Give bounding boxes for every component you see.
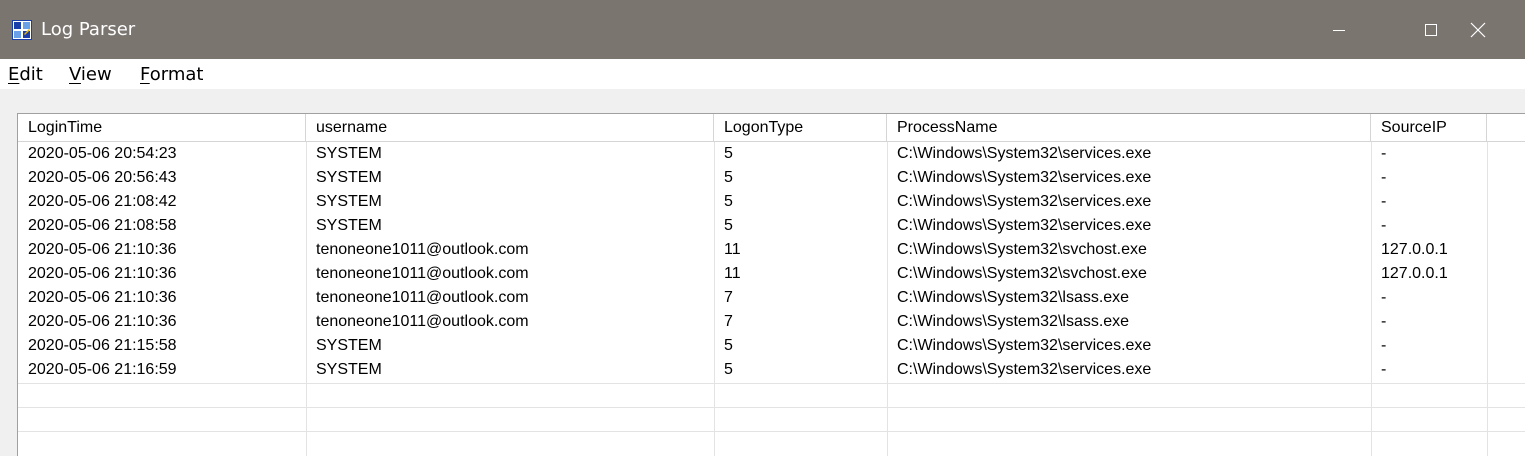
minimize-button[interactable] [1293,0,1385,59]
table-row[interactable]: 2020-05-06 20:54:23 SYSTEM 5 C:\Windows\… [18,142,1525,166]
column-header-username[interactable]: username [306,114,714,141]
cell-sourceip: - [1381,361,1387,378]
cell-logintime: 2020-05-06 21:10:36 [28,265,177,282]
cell-processname: C:\Windows\System32\services.exe [897,169,1152,186]
table-row[interactable]: 2020-05-06 21:10:36 tenoneone1011@outloo… [18,310,1525,334]
minimize-icon [1332,23,1346,37]
cell-username: SYSTEM [316,145,382,162]
table-row[interactable]: 2020-05-06 21:16:59 SYSTEM 5 C:\Windows\… [18,358,1525,382]
close-icon [1470,22,1486,38]
cell-sourceip: 127.0.0.1 [1381,265,1448,282]
table-row[interactable]: 2020-05-06 21:10:36 tenoneone1011@outloo… [18,286,1525,310]
cell-processname: C:\Windows\System32\svchost.exe [897,241,1147,258]
cell-logintime: 2020-05-06 21:10:36 [28,289,177,306]
cell-username: SYSTEM [316,337,382,354]
table-row[interactable]: 2020-05-06 21:15:58 SYSTEM 5 C:\Windows\… [18,334,1525,358]
cell-sourceip: - [1381,193,1387,210]
cell-username: SYSTEM [316,193,382,210]
cell-logontype: 5 [724,361,733,378]
row-divider [18,407,1525,408]
table-row[interactable]: 2020-05-06 20:56:43 SYSTEM 5 C:\Windows\… [18,166,1525,190]
cell-processname: C:\Windows\System32\services.exe [897,337,1152,354]
cell-logontype: 7 [724,289,733,306]
cell-logontype: 11 [724,265,741,282]
cell-processname: C:\Windows\System32\lsass.exe [897,313,1130,330]
table-row[interactable]: 2020-05-06 21:10:36 tenoneone1011@outloo… [18,238,1525,262]
cell-sourceip: - [1381,313,1387,330]
menu-format[interactable]: Format [140,63,203,87]
cell-logontype: 7 [724,313,733,330]
title-bar[interactable]: Log Parser [0,0,1525,59]
cell-sourceip: - [1381,337,1387,354]
log-list-view[interactable]: LoginTime username LogonType ProcessName… [17,113,1525,456]
cell-logintime: 2020-05-06 21:15:58 [28,337,177,354]
cell-logintime: 2020-05-06 21:08:58 [28,217,177,234]
cell-sourceip: 127.0.0.1 [1381,241,1448,258]
cell-username: SYSTEM [316,217,382,234]
cell-username: SYSTEM [316,169,382,186]
table-row[interactable]: 2020-05-06 21:10:36 tenoneone1011@outloo… [18,262,1525,286]
menu-bar: Edit View Format [0,59,1525,89]
close-button[interactable] [1431,0,1525,59]
cell-logintime: 2020-05-06 20:56:43 [28,169,177,186]
column-header-logontype[interactable]: LogonType [714,114,887,141]
cell-logontype: 5 [724,193,733,210]
cell-logintime: 2020-05-06 21:10:36 [28,241,177,258]
app-grid-icon [12,20,32,40]
cell-logontype: 5 [724,217,733,234]
menu-view[interactable]: View [69,63,112,87]
cell-logontype: 11 [724,241,741,258]
cell-processname: C:\Windows\System32\services.exe [897,145,1152,162]
table-body: 2020-05-06 20:54:23 SYSTEM 5 C:\Windows\… [18,142,1525,382]
cell-processname: C:\Windows\System32\services.exe [897,193,1152,210]
column-header-logintime[interactable]: LoginTime [18,114,306,141]
cell-processname: C:\Windows\System32\services.exe [897,361,1152,378]
table-row[interactable]: 2020-05-06 21:08:42 SYSTEM 5 C:\Windows\… [18,190,1525,214]
row-divider [18,383,1525,384]
column-header-sourceip[interactable]: SourceIP [1371,114,1487,141]
cell-processname: C:\Windows\System32\svchost.exe [897,265,1147,282]
cell-username: tenoneone1011@outlook.com [316,241,529,258]
cell-processname: C:\Windows\System32\lsass.exe [897,289,1130,306]
row-divider [18,431,1525,432]
cell-username: tenoneone1011@outlook.com [316,313,529,330]
cell-logintime: 2020-05-06 21:08:42 [28,193,177,210]
menu-edit[interactable]: Edit [8,63,43,87]
window-title: Log Parser [41,19,136,40]
cell-logontype: 5 [724,169,733,186]
cell-sourceip: - [1381,145,1387,162]
column-header-processname[interactable]: ProcessName [887,114,1371,141]
table-row[interactable]: 2020-05-06 21:08:58 SYSTEM 5 C:\Windows\… [18,214,1525,238]
cell-logintime: 2020-05-06 20:54:23 [28,145,177,162]
cell-logontype: 5 [724,145,733,162]
cell-username: tenoneone1011@outlook.com [316,289,529,306]
cell-sourceip: - [1381,217,1387,234]
cell-sourceip: - [1381,289,1387,306]
cell-username: SYSTEM [316,361,382,378]
cell-logontype: 5 [724,337,733,354]
cell-processname: C:\Windows\System32\services.exe [897,217,1152,234]
cell-logintime: 2020-05-06 21:10:36 [28,313,177,330]
cell-username: tenoneone1011@outlook.com [316,265,529,282]
cell-logintime: 2020-05-06 21:16:59 [28,361,177,378]
table-header: LoginTime username LogonType ProcessName… [18,114,1525,142]
cell-sourceip: - [1381,169,1387,186]
